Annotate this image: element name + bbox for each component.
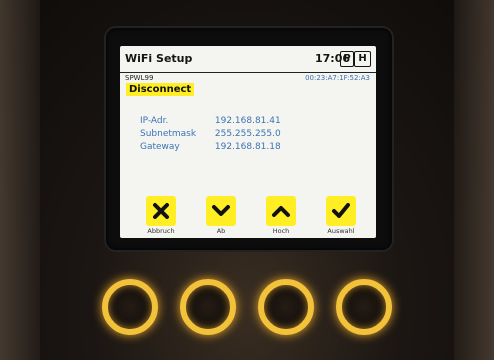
info-row-ip: IP-Adr. 192.168.81.41: [140, 116, 281, 126]
mode-letter: H: [358, 53, 367, 64]
lcd-screen: WiFi Setup 17:06 P H SPWL99 00:23:A7:1F:…: [120, 46, 376, 238]
mac-address: 00:23:A7:1F:52:A3: [305, 74, 370, 82]
hardware-button-1[interactable]: [102, 279, 158, 335]
ssid-label: SPWL99: [125, 74, 154, 82]
hardware-button-3[interactable]: [258, 279, 314, 335]
info-label: Subnetmask: [140, 129, 197, 139]
hardware-button-4[interactable]: [336, 279, 392, 335]
device-photo: WiFi Setup 17:06 P H SPWL99 00:23:A7:1F:…: [0, 0, 494, 360]
info-value: 192.168.81.41: [214, 116, 281, 126]
close-icon: [153, 203, 169, 219]
hardware-button-2[interactable]: [180, 279, 236, 335]
info-value: 255.255.255.0: [214, 129, 281, 139]
softkey-label-ab: Ab: [216, 227, 226, 235]
auswahl-button[interactable]: [326, 196, 356, 226]
info-label: IP-Adr.: [140, 116, 169, 126]
mode-prefix: P: [343, 53, 351, 64]
background-wall-right: [454, 0, 494, 360]
softkey-label-hoch: Hoch: [272, 227, 290, 235]
info-label: Gateway: [140, 142, 180, 152]
softkey-label-abbruch: Abbruch: [147, 227, 175, 235]
chevron-down-icon: [212, 205, 230, 216]
screen-header: WiFi Setup 17:06 P H: [120, 46, 376, 73]
background-wall-left: [0, 0, 40, 360]
check-icon: [332, 203, 350, 218]
mode-badge-h: H: [354, 51, 371, 67]
chevron-up-icon: [272, 206, 290, 217]
info-row-gateway: Gateway 192.168.81.18: [140, 142, 281, 152]
disconnect-button[interactable]: Disconnect: [126, 83, 195, 96]
abbruch-button[interactable]: [146, 196, 176, 226]
info-row-subnet: Subnetmask 255.255.255.0: [140, 129, 281, 139]
screen-title: WiFi Setup: [125, 52, 193, 65]
mode-badge: P: [340, 51, 354, 67]
hoch-button[interactable]: [266, 196, 296, 226]
info-value: 192.168.81.18: [214, 142, 281, 152]
softkey-label-auswahl: Auswahl: [327, 227, 355, 235]
ab-button[interactable]: [206, 196, 236, 226]
